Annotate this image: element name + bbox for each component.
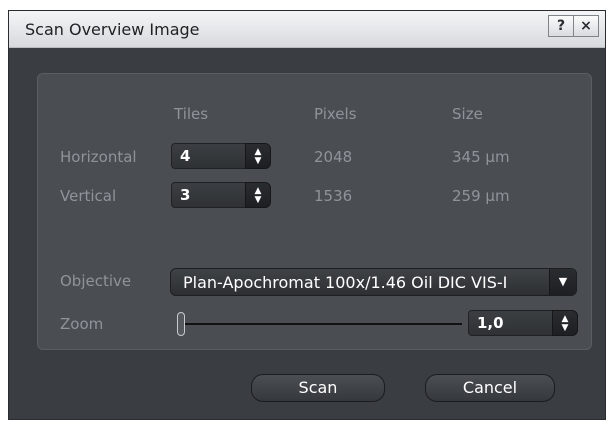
- title-bar-buttons: ? ×: [548, 15, 599, 37]
- objective-value: Plan-Apochromat 100x/1.46 Oil DIC VIS-I: [183, 273, 508, 292]
- dialog-title: Scan Overview Image: [25, 20, 200, 39]
- title-bar[interactable]: Scan Overview Image ? ×: [9, 11, 605, 48]
- horizontal-tiles-input[interactable]: 4: [171, 143, 247, 169]
- chevron-down-icon[interactable]: ▼: [255, 156, 262, 166]
- scan-button[interactable]: Scan: [251, 374, 385, 402]
- cancel-button[interactable]: Cancel: [425, 374, 555, 402]
- scan-overview-dialog: Scan Overview Image ? × Tiles Pixels Siz…: [8, 10, 606, 420]
- zoom-label: Zoom: [60, 315, 104, 333]
- help-button[interactable]: ?: [548, 15, 574, 37]
- pixels-header: Pixels: [314, 105, 357, 123]
- vertical-label: Vertical: [60, 187, 117, 205]
- settings-panel: Tiles Pixels Size Horizontal 4 ▲ ▼ 2048 …: [37, 73, 592, 350]
- size-header: Size: [452, 105, 483, 123]
- help-icon: ?: [556, 18, 566, 34]
- objective-label: Objective: [60, 272, 132, 290]
- zoom-slider-handle[interactable]: [177, 312, 185, 336]
- close-button[interactable]: ×: [573, 15, 599, 37]
- objective-select[interactable]: Plan-Apochromat 100x/1.46 Oil DIC VIS-I …: [170, 268, 577, 296]
- horizontal-tiles-stepper[interactable]: 4 ▲ ▼: [171, 143, 271, 169]
- tiles-header: Tiles: [174, 105, 209, 123]
- vertical-size-value: 259 µm: [452, 187, 510, 205]
- horizontal-tiles-spin-buttons[interactable]: ▲ ▼: [245, 143, 271, 169]
- zoom-spin-buttons[interactable]: ▲ ▼: [552, 310, 578, 336]
- close-icon: ×: [580, 18, 592, 34]
- zoom-slider-track[interactable]: [180, 323, 462, 325]
- vertical-pixels-value: 1536: [314, 187, 353, 205]
- vertical-tiles-input[interactable]: 3: [171, 182, 247, 208]
- zoom-stepper[interactable]: 1,0 ▲ ▼: [468, 310, 578, 336]
- horizontal-pixels-value: 2048: [314, 148, 353, 166]
- horizontal-label: Horizontal: [60, 148, 137, 166]
- vertical-tiles-spin-buttons[interactable]: ▲ ▼: [245, 182, 271, 208]
- chevron-down-icon[interactable]: ▼: [549, 269, 576, 295]
- vertical-tiles-stepper[interactable]: 3 ▲ ▼: [171, 182, 271, 208]
- chevron-down-icon[interactable]: ▼: [562, 323, 569, 333]
- zoom-input[interactable]: 1,0: [468, 310, 554, 336]
- chevron-down-icon[interactable]: ▼: [255, 195, 262, 205]
- horizontal-size-value: 345 µm: [452, 148, 510, 166]
